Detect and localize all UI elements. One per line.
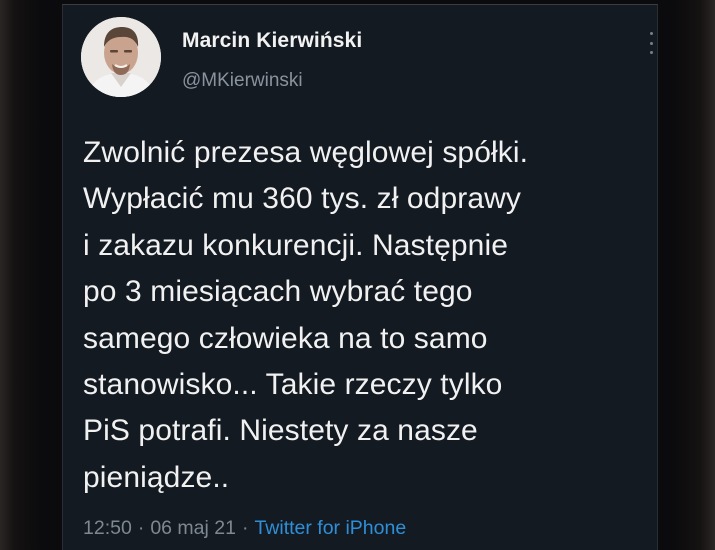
tweet-meta: 12:50 · 06 maj 21 · Twitter for iPhone — [83, 517, 406, 540]
avatar-photo-icon — [81, 17, 161, 97]
dot — [649, 32, 653, 35]
avatar[interactable] — [81, 17, 161, 97]
tweet-date[interactable]: 06 maj 21 — [150, 517, 236, 539]
tweet-source-link[interactable]: Twitter for iPhone — [254, 517, 406, 539]
author-name[interactable]: Marcin Kierwiński — [182, 29, 362, 53]
dot — [649, 41, 653, 45]
author-handle[interactable]: @MKierwinski — [182, 70, 303, 92]
more-vertical-icon[interactable] — [647, 32, 655, 54]
meta-separator: · — [241, 517, 249, 539]
tweet-card: Marcin Kierwiński @MKierwinski Zwolnić p… — [62, 4, 658, 550]
meta-separator: · — [137, 517, 145, 539]
dot — [649, 51, 653, 54]
tweet-time[interactable]: 12:50 — [83, 517, 132, 539]
tweet-text: Zwolnić prezesa węglowej spółki. Wypłaci… — [83, 136, 529, 494]
